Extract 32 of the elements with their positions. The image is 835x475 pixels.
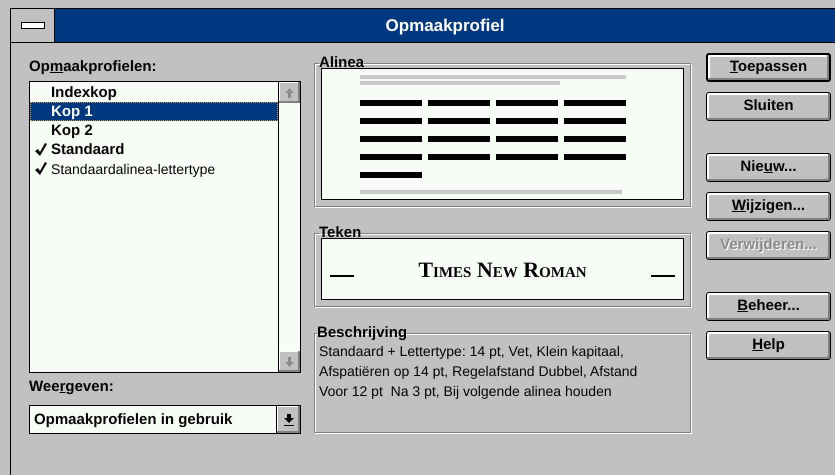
down-arrow-icon xyxy=(285,356,294,366)
show-label: Weergeven: xyxy=(29,377,115,397)
dialog-button[interactable]: Help xyxy=(706,331,831,360)
up-arrow-icon xyxy=(285,88,294,98)
baseline-line xyxy=(330,275,354,277)
style-list-item[interactable]: Kop 1 xyxy=(30,102,278,121)
dialog-button[interactable]: Nieuw... xyxy=(706,153,831,182)
dialog-button[interactable]: Wijzigen... xyxy=(706,192,831,221)
dialog-button[interactable]: Sluiten xyxy=(706,92,831,121)
dropdown-value: Opmaakprofielen in gebruik xyxy=(33,410,234,430)
baseline-line xyxy=(650,275,675,277)
paragraph-group-title: Alinea xyxy=(319,55,364,71)
style-list-item[interactable]: Kop 2 xyxy=(30,121,278,140)
style-list-item[interactable]: Indexkop xyxy=(30,83,278,102)
dialog-button[interactable]: Toepassen xyxy=(706,53,831,82)
description-text: Standaard + Lettertype: 14 pt, Vet, Klein kapitaal, Afspatiëren op 14 pt, Regelafstand Dubbel, Afstand Voor 12 pt Na 3 pt, Bij volgende alinea houden xyxy=(319,342,638,401)
dropdown-button[interactable] xyxy=(276,406,300,433)
font-sample: Times New Roman xyxy=(418,256,587,284)
style-list-item[interactable]: Standaardalinea-lettertype xyxy=(30,159,278,178)
menu-bar-icon xyxy=(20,22,44,29)
show-dropdown[interactable]: Opmaakprofielen in gebruik xyxy=(29,405,301,434)
down-arrow-icon xyxy=(284,414,294,426)
scroll-up-button[interactable] xyxy=(279,82,300,103)
window-title: Opmaakprofiel xyxy=(385,14,505,37)
scrollbar[interactable] xyxy=(278,82,300,372)
character-group-title: Teken xyxy=(319,225,362,241)
system-menu-button[interactable] xyxy=(11,9,55,42)
scroll-down-button[interactable] xyxy=(279,351,300,372)
dialog-button[interactable]: Beheer... xyxy=(706,292,831,321)
description-group-title: Beschrijving xyxy=(317,325,408,341)
styles-label: Opmaakprofielen: xyxy=(29,57,158,77)
style-list-item[interactable]: Standaard xyxy=(30,140,278,159)
